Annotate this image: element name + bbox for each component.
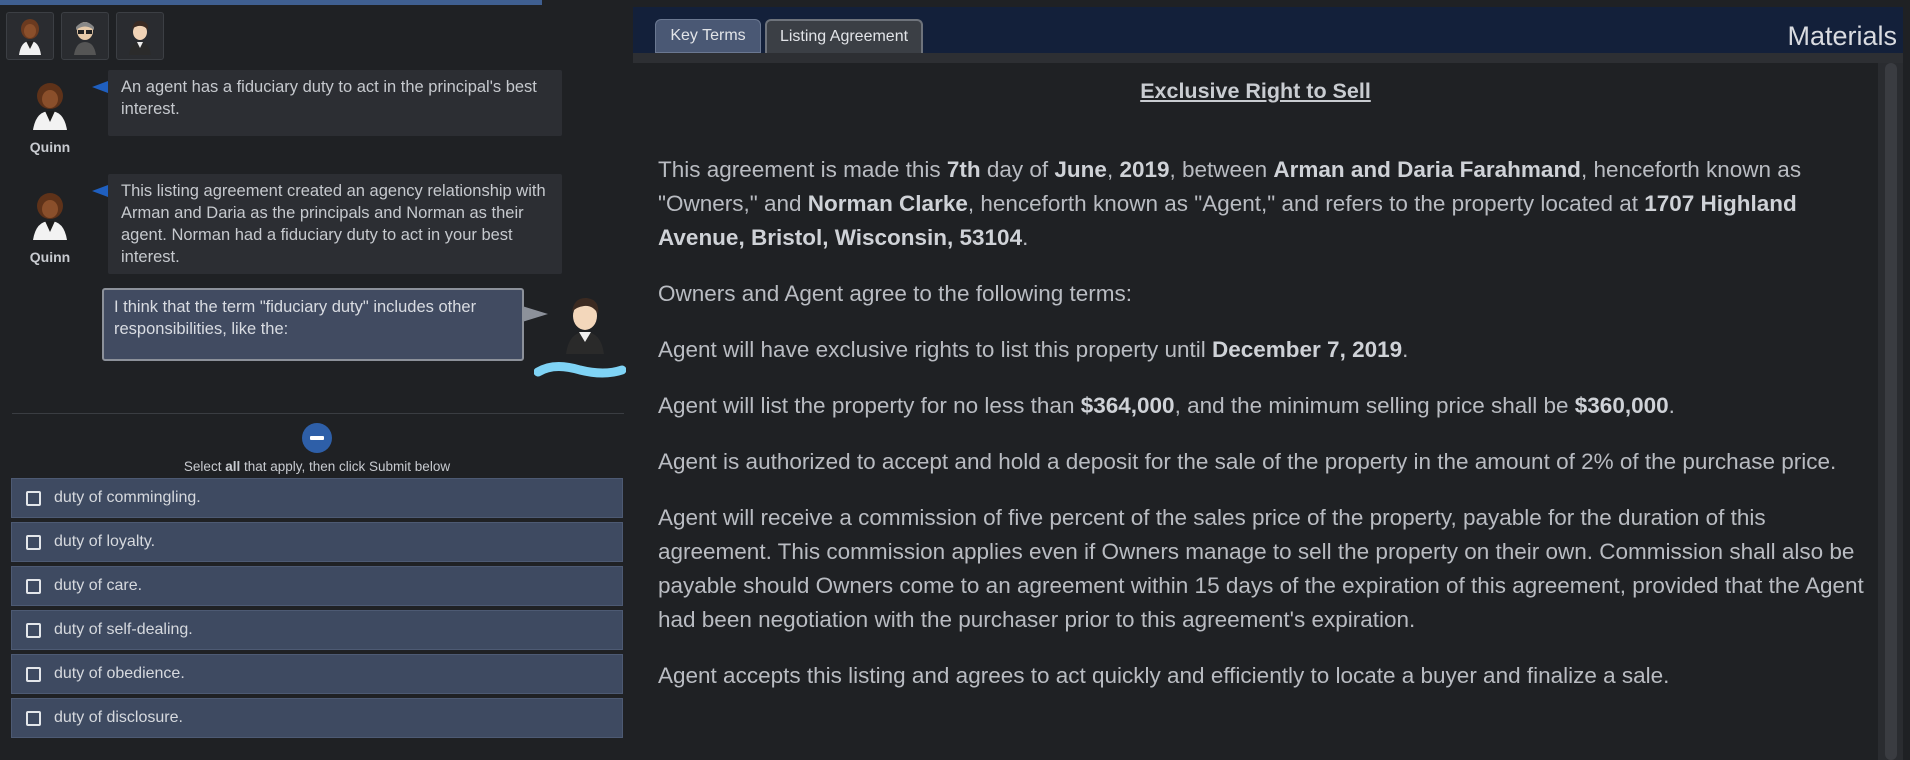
speaker-name: Quinn	[29, 249, 71, 265]
paragraph-acceptance: Agent accepts this listing and agrees to…	[658, 663, 1670, 688]
document-body: This agreement is made this 7th day of J…	[658, 153, 1873, 715]
option-label: duty of commingling.	[54, 489, 201, 506]
norman-avatar-button[interactable]	[61, 12, 109, 60]
option-label: duty of self-dealing.	[54, 621, 193, 638]
option-label: duty of disclosure.	[54, 709, 183, 726]
message-text: This listing agreement created an agency…	[121, 182, 546, 266]
quinn-avatar-icon	[33, 83, 67, 130]
instruction-post: that apply, then click Submit below	[240, 459, 451, 474]
checkbox[interactable]	[26, 622, 41, 638]
speaker-quinn: Quinn	[22, 190, 78, 265]
panel-title: Materials	[1787, 21, 1897, 51]
quinn-avatar-button[interactable]	[6, 12, 54, 60]
answer-option[interactable]: duty of care.	[11, 566, 623, 606]
user-avatar-icon	[566, 297, 604, 354]
highlight-scribble-icon	[534, 362, 626, 378]
option-label: duty of loyalty.	[54, 533, 156, 550]
answer-option[interactable]: duty of loyalty.	[11, 522, 623, 562]
instruction-pre: Select	[183, 459, 226, 474]
answer-options: duty of commingling. duty of loyalty. du…	[11, 478, 623, 742]
option-label: duty of care.	[54, 577, 143, 594]
answer-option[interactable]: duty of obedience.	[11, 654, 623, 694]
user-avatar-button[interactable]	[116, 12, 164, 60]
message-text: An agent has a fiduciary duty to act in …	[121, 78, 537, 118]
paragraph-deposit: Agent is authorized to accept and hold a…	[658, 449, 1837, 474]
tab-key-terms[interactable]: Key Terms	[655, 19, 761, 53]
answer-option[interactable]: duty of commingling.	[11, 478, 623, 518]
checkbox[interactable]	[26, 534, 41, 550]
user-avatar-icon	[129, 20, 151, 55]
instruction-text: Select all that apply, then click Submit…	[0, 459, 634, 474]
user-message-text: I think that the term "fiduciary duty" i…	[114, 298, 477, 338]
speaker-quinn: Quinn	[22, 80, 78, 155]
document-viewer[interactable]: Exclusive Right to Sell This agreement i…	[633, 63, 1878, 760]
materials-panel: Key Terms Listing Agreement Materials Ex…	[633, 0, 1910, 760]
bubble-tail	[92, 185, 108, 197]
instruction-bold: all	[225, 459, 241, 474]
checkbox[interactable]	[26, 578, 41, 594]
paragraph-commission: Agent will receive a commission of five …	[658, 505, 1864, 632]
paragraph-exclusive-rights: Agent will have exclusive rights to list…	[658, 337, 1409, 362]
norman-avatar-icon	[74, 22, 96, 55]
tab-listing-agreement[interactable]: Listing Agreement	[765, 19, 923, 53]
option-label: duty of obedience.	[54, 665, 185, 682]
quinn-avatar-icon	[19, 19, 41, 55]
paragraph-parties: This agreement is made this 7th day of J…	[658, 157, 1802, 250]
progress-bar	[0, 0, 542, 5]
quinn-message-bubble: This listing agreement created an agency…	[92, 174, 562, 274]
answer-option[interactable]: duty of self-dealing.	[11, 610, 623, 650]
quinn-avatar-icon	[33, 193, 67, 240]
checkbox[interactable]	[26, 666, 41, 682]
minus-icon	[310, 436, 324, 440]
tab-underline	[633, 53, 1903, 63]
chat-panel: Quinn An agent has a fiduciary duty to a…	[0, 0, 630, 760]
paragraph-terms-intro: Owners and Agent agree to the following …	[658, 281, 1133, 306]
paragraph-price: Agent will list the property for no less…	[658, 393, 1675, 418]
user-message-bubble: I think that the term "fiduciary duty" i…	[102, 288, 548, 361]
avatar-toolbar	[6, 12, 164, 60]
scrollbar-thumb[interactable]	[1885, 63, 1897, 760]
document-scrollbar[interactable]	[1878, 63, 1903, 760]
quinn-message-bubble: An agent has a fiduciary duty to act in …	[92, 70, 562, 136]
materials-tab-bar: Key Terms Listing Agreement Materials	[633, 7, 1903, 53]
checkbox[interactable]	[26, 490, 41, 506]
speaker-name: Quinn	[29, 139, 71, 155]
collapse-button[interactable]	[302, 423, 332, 453]
bubble-tail	[522, 306, 548, 322]
checkbox[interactable]	[26, 710, 41, 726]
document-title: Exclusive Right to Sell	[1140, 79, 1371, 103]
answer-option[interactable]: duty of disclosure.	[11, 698, 623, 738]
bubble-tail	[92, 81, 108, 93]
divider	[12, 413, 624, 414]
